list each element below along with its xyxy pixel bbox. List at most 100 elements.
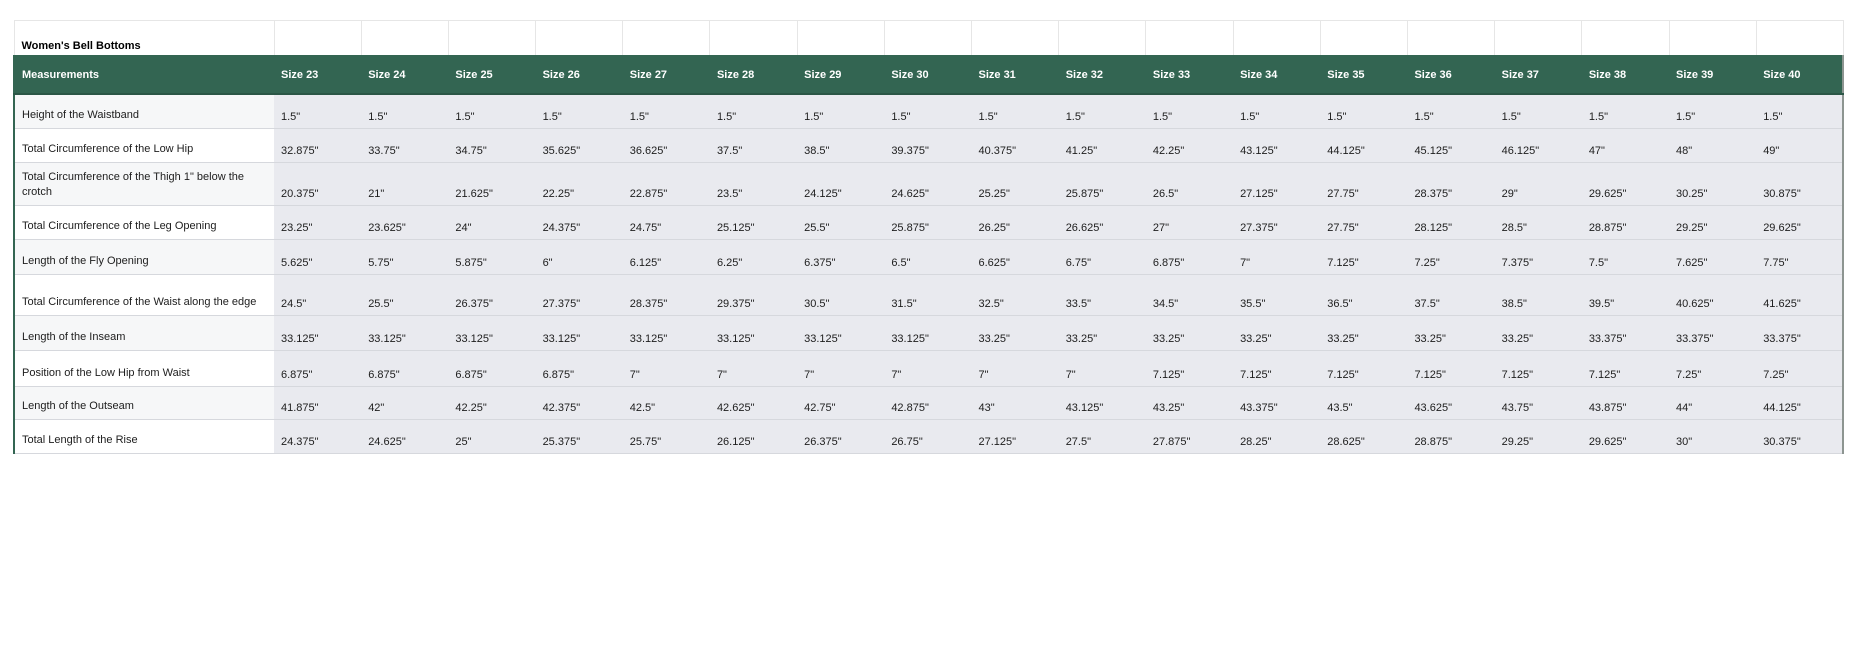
measurement-value[interactable]: 42.625" [710, 386, 797, 419]
size-header[interactable]: Size 33 [1146, 55, 1233, 94]
measurement-value[interactable]: 7.125" [1582, 350, 1669, 386]
measurement-value[interactable]: 27.375" [1233, 205, 1320, 239]
empty-cell[interactable] [1582, 21, 1669, 56]
measurement-value[interactable]: 25.75" [623, 419, 710, 453]
empty-cell[interactable] [448, 21, 535, 56]
size-header[interactable]: Size 28 [710, 55, 797, 94]
measurement-value[interactable]: 24.125" [797, 162, 884, 205]
measurement-value[interactable]: 1.5" [1756, 94, 1843, 128]
measurement-value[interactable]: 27.5" [1059, 419, 1146, 453]
measurement-value[interactable]: 33.25" [1407, 315, 1494, 350]
measurement-value[interactable]: 33.125" [623, 315, 710, 350]
measurement-value[interactable]: 1.5" [1495, 94, 1582, 128]
measurement-value[interactable]: 29.625" [1756, 205, 1843, 239]
measurement-value[interactable]: 33.125" [710, 315, 797, 350]
measurement-value[interactable]: 41.875" [274, 386, 361, 419]
empty-cell[interactable] [1407, 21, 1494, 56]
measurement-value[interactable]: 33.25" [1495, 315, 1582, 350]
measurement-value[interactable]: 42.875" [884, 386, 971, 419]
measurement-label[interactable]: Length of the Outseam [14, 386, 274, 419]
measurement-value[interactable]: 23.625" [361, 205, 448, 239]
measurement-value[interactable]: 25.875" [1059, 162, 1146, 205]
measurement-value[interactable]: 33.375" [1582, 315, 1669, 350]
measurement-value[interactable]: 32.5" [972, 274, 1059, 315]
measurement-value[interactable]: 6" [536, 239, 623, 274]
measurement-value[interactable]: 43.125" [1233, 128, 1320, 162]
measurement-value[interactable]: 5.875" [448, 239, 535, 274]
measurement-value[interactable]: 35.625" [536, 128, 623, 162]
size-header[interactable]: Size 38 [1582, 55, 1669, 94]
measurement-value[interactable]: 25.375" [536, 419, 623, 453]
measurement-value[interactable]: 21.625" [448, 162, 535, 205]
measurement-value[interactable]: 1.5" [448, 94, 535, 128]
measurement-value[interactable]: 43.625" [1407, 386, 1494, 419]
size-header[interactable]: Size 29 [797, 55, 884, 94]
measurement-label[interactable]: Total Length of the Rise [14, 419, 274, 453]
measurement-value[interactable]: 7.125" [1495, 350, 1582, 386]
measurement-value[interactable]: 24.75" [623, 205, 710, 239]
measurement-value[interactable]: 25" [448, 419, 535, 453]
measurement-value[interactable]: 28.25" [1233, 419, 1320, 453]
measurement-value[interactable]: 1.5" [1320, 94, 1407, 128]
measurement-value[interactable]: 38.5" [1495, 274, 1582, 315]
measurement-value[interactable]: 43.75" [1495, 386, 1582, 419]
measurement-value[interactable]: 33.25" [1146, 315, 1233, 350]
measurement-value[interactable]: 28.375" [623, 274, 710, 315]
measurement-value[interactable]: 46.125" [1495, 128, 1582, 162]
measurement-value[interactable]: 42.375" [536, 386, 623, 419]
measurement-label[interactable]: Position of the Low Hip from Waist [14, 350, 274, 386]
measurement-value[interactable]: 1.5" [710, 94, 797, 128]
measurement-value[interactable]: 6.625" [972, 239, 1059, 274]
measurements-header[interactable]: Measurements [14, 55, 274, 94]
measurement-value[interactable]: 28.125" [1407, 205, 1494, 239]
measurement-value[interactable]: 41.25" [1059, 128, 1146, 162]
measurement-value[interactable]: 5.75" [361, 239, 448, 274]
measurement-value[interactable]: 38.5" [797, 128, 884, 162]
measurement-value[interactable]: 33.125" [536, 315, 623, 350]
measurement-value[interactable]: 34.5" [1146, 274, 1233, 315]
measurement-value[interactable]: 30.875" [1756, 162, 1843, 205]
measurement-value[interactable]: 36.625" [623, 128, 710, 162]
empty-cell[interactable] [1320, 21, 1407, 56]
measurement-value[interactable]: 48" [1669, 128, 1756, 162]
measurement-value[interactable]: 33.125" [884, 315, 971, 350]
measurement-value[interactable]: 22.875" [623, 162, 710, 205]
empty-cell[interactable] [274, 21, 361, 56]
measurement-value[interactable]: 43.5" [1320, 386, 1407, 419]
measurement-value[interactable]: 6.875" [274, 350, 361, 386]
size-header[interactable]: Size 40 [1756, 55, 1843, 94]
size-header[interactable]: Size 34 [1233, 55, 1320, 94]
measurement-value[interactable]: 7.125" [1320, 239, 1407, 274]
measurement-value[interactable]: 6.5" [884, 239, 971, 274]
measurement-value[interactable]: 7.375" [1495, 239, 1582, 274]
measurement-value[interactable]: 43.25" [1146, 386, 1233, 419]
measurement-value[interactable]: 24.625" [884, 162, 971, 205]
measurement-value[interactable]: 33.125" [448, 315, 535, 350]
measurement-value[interactable]: 33.5" [1059, 274, 1146, 315]
measurement-value[interactable]: 42.25" [1146, 128, 1233, 162]
measurement-value[interactable]: 6.125" [623, 239, 710, 274]
measurement-value[interactable]: 36.5" [1320, 274, 1407, 315]
measurement-label[interactable]: Length of the Inseam [14, 315, 274, 350]
measurement-value[interactable]: 26.125" [710, 419, 797, 453]
measurement-value[interactable]: 42.75" [797, 386, 884, 419]
measurement-value[interactable]: 1.5" [536, 94, 623, 128]
measurement-value[interactable]: 6.875" [1146, 239, 1233, 274]
measurement-value[interactable]: 1.5" [1059, 94, 1146, 128]
measurement-value[interactable]: 28.875" [1582, 205, 1669, 239]
empty-cell[interactable] [797, 21, 884, 56]
measurement-value[interactable]: 47" [1582, 128, 1669, 162]
size-header[interactable]: Size 26 [536, 55, 623, 94]
measurement-label[interactable]: Total Circumference of the Low Hip [14, 128, 274, 162]
measurement-value[interactable]: 27.125" [972, 419, 1059, 453]
empty-cell[interactable] [972, 21, 1059, 56]
measurement-value[interactable]: 29.25" [1669, 205, 1756, 239]
empty-cell[interactable] [1233, 21, 1320, 56]
measurement-value[interactable]: 34.75" [448, 128, 535, 162]
measurement-value[interactable]: 6.875" [448, 350, 535, 386]
measurement-value[interactable]: 27.75" [1320, 162, 1407, 205]
measurement-value[interactable]: 20.375" [274, 162, 361, 205]
size-header[interactable]: Size 24 [361, 55, 448, 94]
measurement-value[interactable]: 33.25" [1320, 315, 1407, 350]
measurement-value[interactable]: 1.5" [1669, 94, 1756, 128]
